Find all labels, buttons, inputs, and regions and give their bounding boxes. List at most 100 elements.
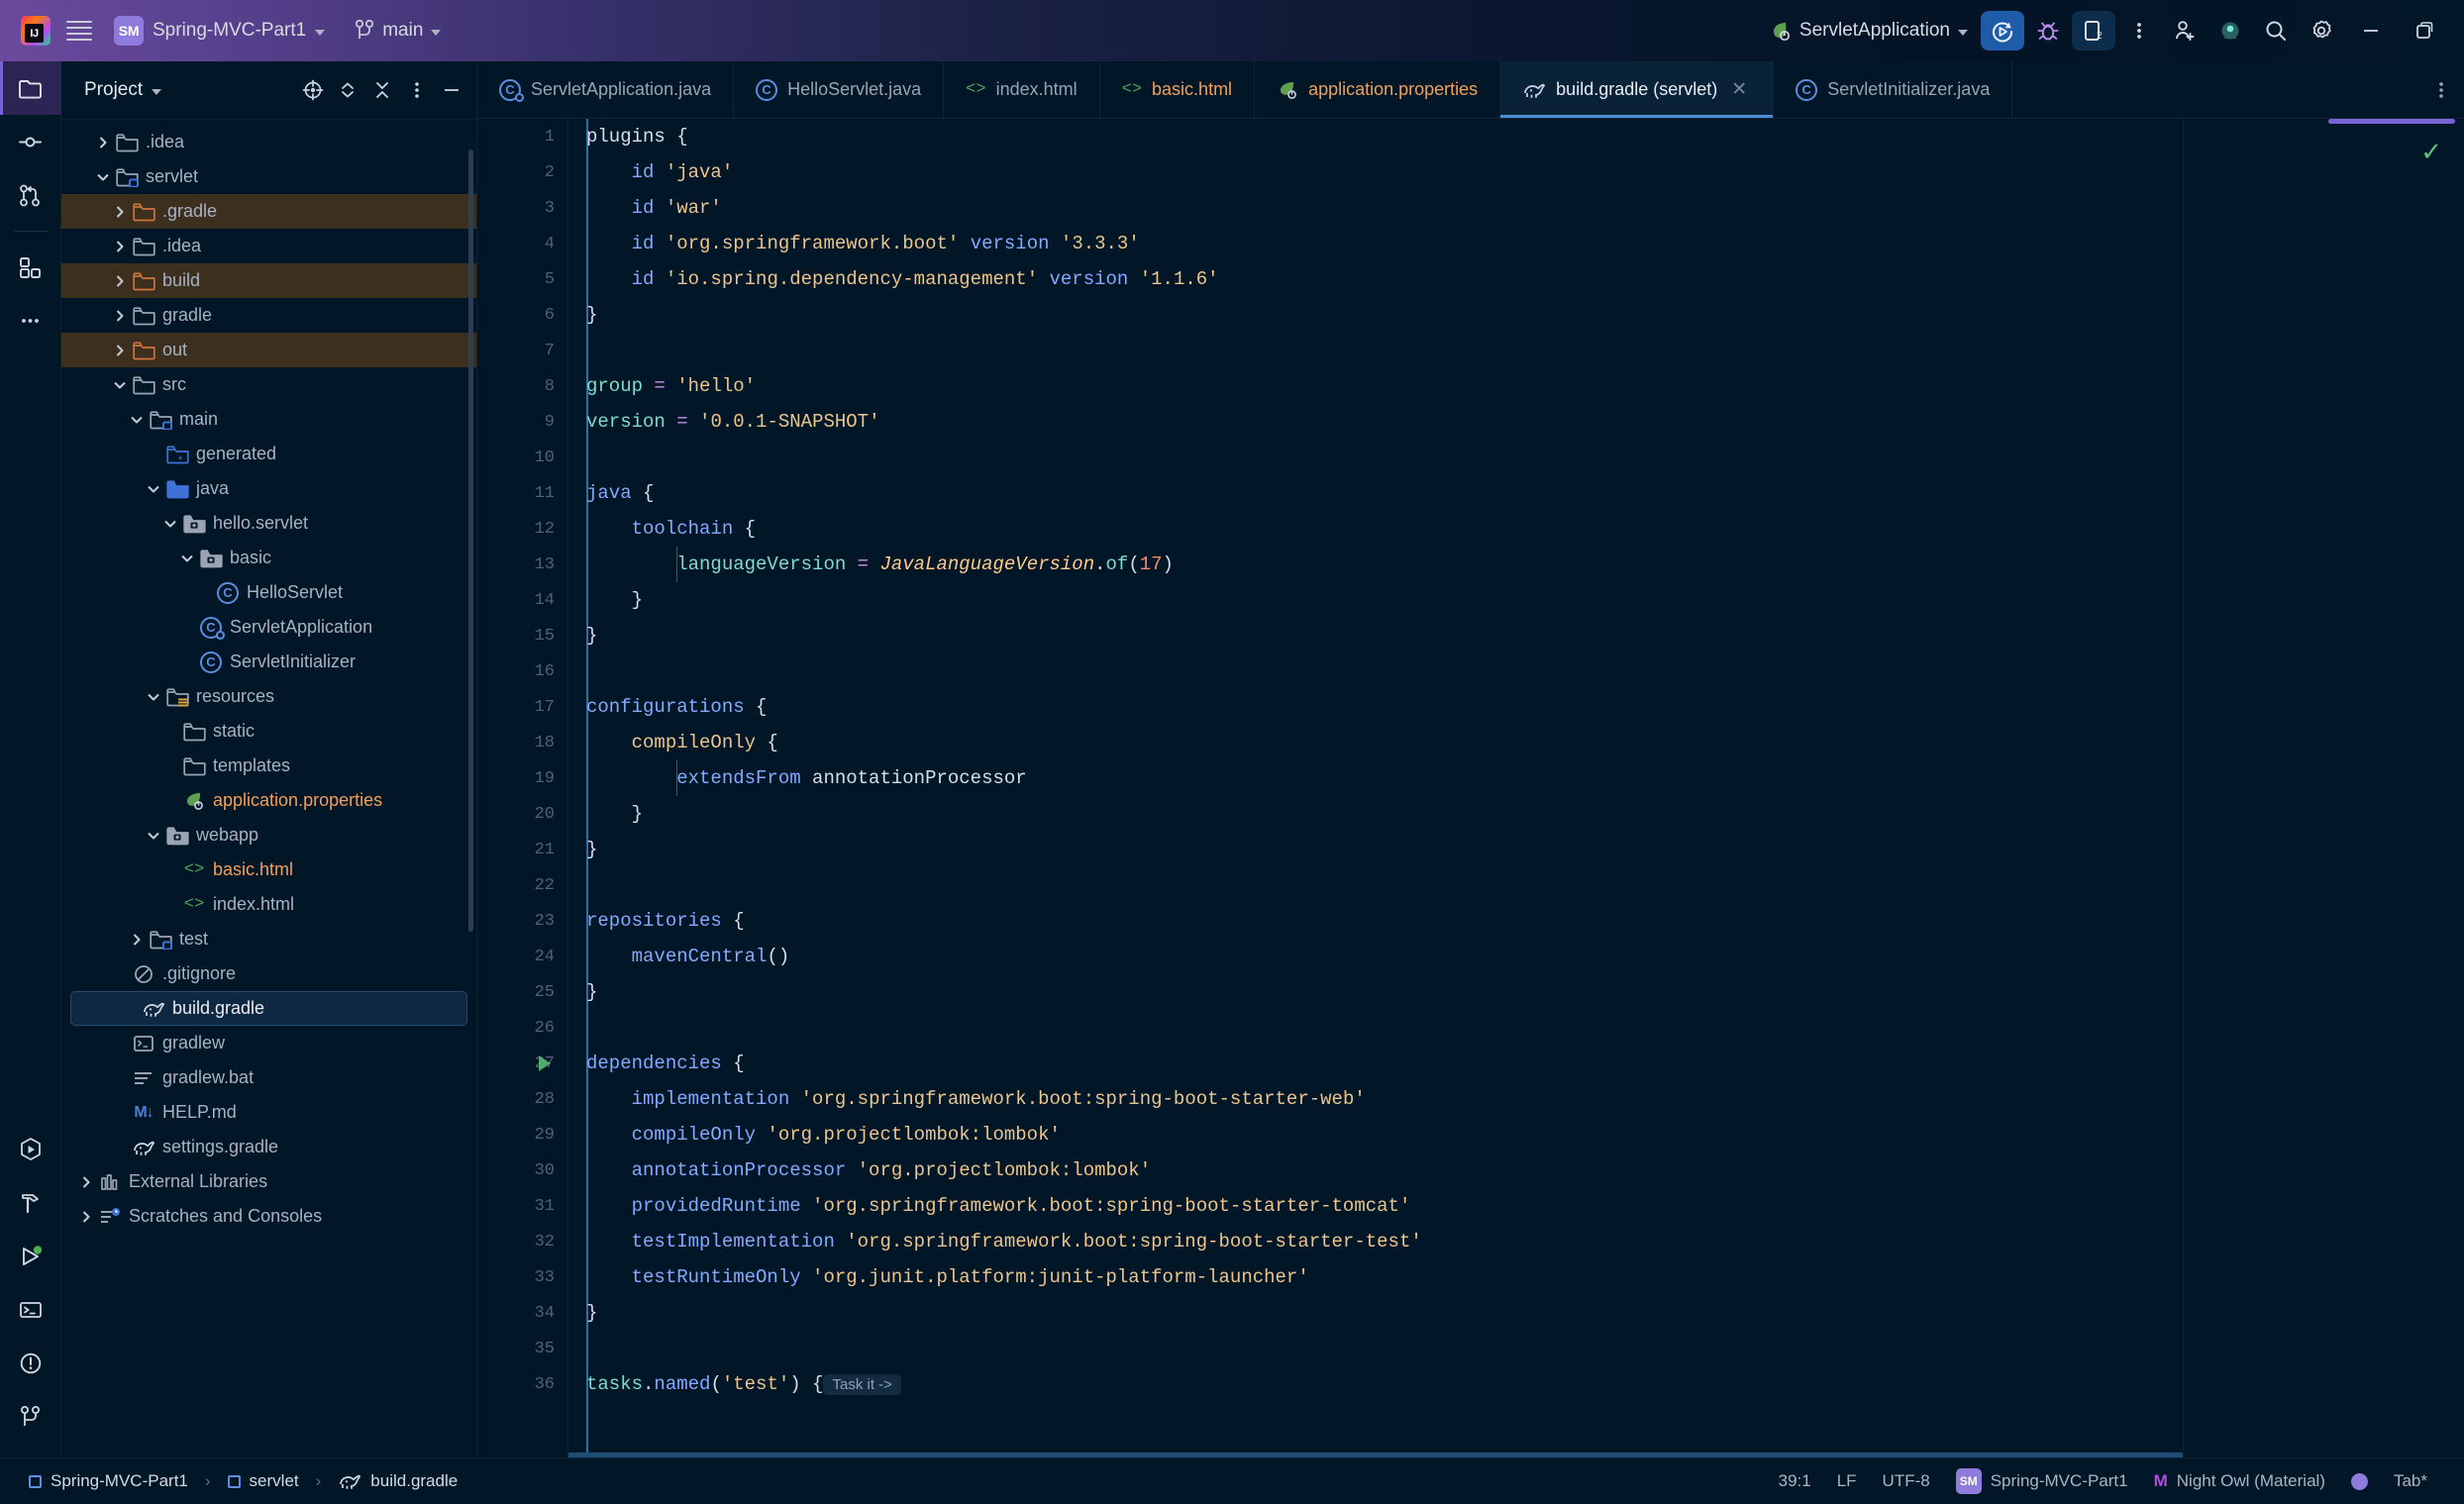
chevron-right-icon[interactable]	[75, 1209, 97, 1225]
minimize-button[interactable]	[2345, 8, 2397, 53]
hide-panel-button[interactable]	[435, 73, 468, 107]
tree-item-servletinitializer[interactable]: C ServletInitializer	[61, 645, 476, 679]
expand-collapse-button[interactable]	[331, 73, 364, 107]
tree-item-external-libraries[interactable]: External Libraries	[61, 1164, 476, 1199]
theme-indicator[interactable]: M Night Owl (Material)	[2143, 1465, 2336, 1497]
tree-item-main[interactable]: main	[61, 402, 476, 437]
tree-item-out[interactable]: out	[61, 333, 476, 367]
sidebar-item-pull-requests[interactable]	[0, 168, 61, 222]
tree-item-generated[interactable]: * generated	[61, 437, 476, 471]
tree-item-gradle[interactable]: gradle	[61, 298, 476, 333]
sidebar-item-commit[interactable]	[0, 115, 61, 168]
tree-item-webapp[interactable]: webapp	[61, 818, 476, 852]
chevron-down-icon[interactable]	[143, 482, 164, 496]
chevron-right-icon[interactable]	[92, 135, 114, 150]
add-collaborator-button[interactable]	[2163, 11, 2207, 50]
sidebar-item-version-control[interactable]	[0, 1390, 61, 1444]
project-selector[interactable]: SM Spring-MVC-Part1	[107, 12, 335, 50]
sidebar-item-terminal[interactable]	[0, 1283, 61, 1337]
maximize-button[interactable]	[2399, 8, 2450, 53]
chevron-down-icon[interactable]	[143, 829, 164, 843]
tree-item-application-properties[interactable]: application.properties	[61, 783, 476, 818]
tree-item--idea[interactable]: .idea	[61, 229, 476, 263]
tab-helloservlet-java[interactable]: C HelloServlet.java	[734, 61, 945, 118]
tree-item-servlet[interactable]: servlet	[61, 159, 476, 194]
tree-item-static[interactable]: static	[61, 714, 476, 749]
tab-servletapplication-java[interactable]: C ServletApplication.java	[477, 61, 735, 118]
sidebar-item-plugins[interactable]	[0, 241, 61, 294]
project-indicator[interactable]: SM Spring-MVC-Part1	[1945, 1462, 2139, 1500]
project-tree[interactable]: .idea servlet .gradle .idea build gradle out sr…	[61, 120, 476, 1447]
tree-item-gradlew[interactable]: gradlew	[61, 1026, 476, 1060]
code-editor[interactable]: 1 2 3 4 5 6 7 8 9 10 11 12 13 14 15 16 17 18 19 20 21 22 23 24 2…	[477, 119, 2464, 1457]
chevron-right-icon[interactable]	[75, 1174, 97, 1190]
tree-item-settings-gradle[interactable]: settings.gradle	[61, 1130, 476, 1164]
tree-item-scratches-and-consoles[interactable]: Scratches and Consoles	[61, 1199, 476, 1234]
line-separator[interactable]: LF	[1826, 1465, 1868, 1497]
code-content[interactable]: plugins { id 'java' id 'war' id 'org.spr…	[568, 119, 2464, 1457]
run-configuration-selector[interactable]: ServletApplication	[1757, 11, 1979, 50]
chevron-down-icon[interactable]	[109, 378, 131, 392]
chevron-down-icon[interactable]	[143, 690, 164, 704]
collapse-all-button[interactable]	[365, 73, 399, 107]
tree-item-servletapplication[interactable]: C ServletApplication	[61, 610, 476, 645]
account-button[interactable]	[2208, 11, 2252, 50]
notifications-indicator[interactable]	[2340, 1467, 2379, 1496]
inlay-hint[interactable]: Task it ->	[823, 1374, 901, 1395]
more-actions-button[interactable]	[2117, 11, 2161, 50]
tree-item-templates[interactable]: templates	[61, 749, 476, 783]
intellij-idea-logo-icon[interactable]	[14, 9, 57, 52]
chevron-right-icon[interactable]	[109, 273, 131, 289]
sidebar-item-build[interactable]	[0, 1176, 61, 1230]
chevron-down-icon[interactable]	[92, 170, 114, 184]
tree-item-test[interactable]: test	[61, 922, 476, 956]
sidebar-item-run[interactable]	[0, 1123, 61, 1176]
debug-button[interactable]	[2026, 11, 2070, 50]
sidebar-item-problems[interactable]	[0, 1337, 61, 1390]
close-icon[interactable]: ✕	[1727, 78, 1751, 102]
panel-options-button[interactable]	[400, 73, 434, 107]
run-gutter-icon[interactable]	[539, 1055, 551, 1071]
run-button[interactable]	[1981, 11, 2024, 50]
tree-item-gradlew-bat[interactable]: gradlew.bat	[61, 1060, 476, 1095]
tree-item--idea[interactable]: .idea	[61, 125, 476, 159]
tree-item--gradle[interactable]: .gradle	[61, 194, 476, 229]
chevron-right-icon[interactable]	[126, 932, 148, 948]
breadcrumb-item-servlet[interactable]: servlet	[221, 1467, 306, 1495]
search-everywhere-button[interactable]	[2254, 11, 2298, 50]
tree-item-helloservlet[interactable]: C HelloServlet	[61, 575, 476, 610]
tree-item-basic-html[interactable]: <> basic.html	[61, 852, 476, 887]
tree-item-resources[interactable]: resources	[61, 679, 476, 714]
tree-item-help-md[interactable]: M↓ HELP.md	[61, 1095, 476, 1130]
tab-index-html[interactable]: <> index.html	[944, 61, 1100, 118]
tab-servletinitializer-java[interactable]: C ServletInitializer.java	[1774, 61, 2013, 118]
tab-application-properties[interactable]: application.properties	[1255, 61, 1501, 118]
tree-item-build[interactable]: build	[61, 263, 476, 298]
project-tree-scrollbar[interactable]	[468, 150, 473, 932]
sidebar-item-services[interactable]	[0, 1230, 61, 1283]
chevron-right-icon[interactable]	[109, 308, 131, 324]
breadcrumb-item-build-gradle[interactable]: build.gradle	[331, 1467, 464, 1495]
tab-build-gradle-servlet-[interactable]: build.gradle (servlet) ✕	[1500, 61, 1775, 118]
tree-item--gitignore[interactable]: .gitignore	[61, 956, 476, 991]
project-view-selector[interactable]: Project	[77, 75, 168, 105]
editor-gutter[interactable]: 1 2 3 4 5 6 7 8 9 10 11 12 13 14 15 16 17 18 19 20 21 22 23 24 2…	[477, 119, 568, 1457]
tree-item-index-html[interactable]: <> index.html	[61, 887, 476, 922]
file-encoding[interactable]: UTF-8	[1872, 1465, 1941, 1497]
chevron-down-icon[interactable]	[176, 551, 198, 565]
breadcrumb-item-spring-mvc-part1[interactable]: Spring-MVC-Part1	[22, 1467, 195, 1495]
tab-basic-html[interactable]: <> basic.html	[1100, 61, 1256, 118]
select-opened-file-button[interactable]	[296, 73, 330, 107]
chevron-right-icon[interactable]	[109, 343, 131, 358]
indent-indicator[interactable]: Tab*	[2383, 1465, 2438, 1497]
hamburger-menu-icon[interactable]	[57, 9, 101, 52]
settings-button[interactable]	[2300, 11, 2343, 50]
chevron-down-icon[interactable]	[159, 517, 181, 531]
chevron-right-icon[interactable]	[109, 239, 131, 254]
sidebar-item-project[interactable]	[0, 61, 61, 115]
tree-item-basic[interactable]: basic	[61, 541, 476, 575]
inspection-status-icon[interactable]: ✓	[2420, 137, 2442, 167]
sidebar-item-more-tool-windows[interactable]	[0, 294, 61, 348]
tab-overflow-button[interactable]	[2418, 61, 2464, 118]
tree-item-hello-servlet[interactable]: hello.servlet	[61, 506, 476, 541]
